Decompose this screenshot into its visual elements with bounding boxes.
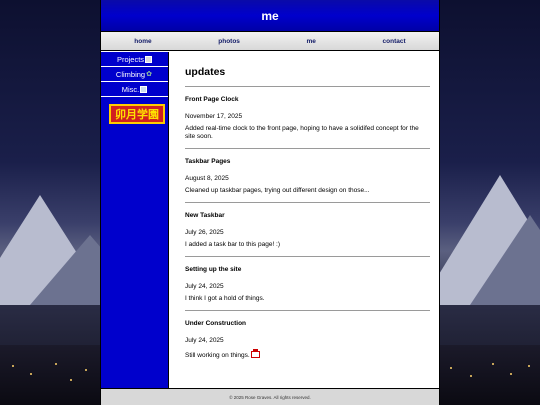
post-title: Taskbar Pages <box>185 158 231 165</box>
nav-photos-link[interactable]: photos <box>218 38 240 45</box>
sidebar-item-label: Climbing <box>115 69 146 79</box>
divider <box>185 310 430 311</box>
post-date: August 8, 2025 <box>185 175 229 182</box>
sidebar-item-climbing[interactable]: Climbing ✿ <box>101 67 168 82</box>
divider <box>185 256 430 257</box>
post-entry: Front Page Clock November 17, 2025 Added… <box>185 96 430 141</box>
page-title: updates <box>185 66 226 78</box>
post-text: Cleaned up taskbar pages, trying out dif… <box>185 187 370 194</box>
sidebar-item-label: Misc. <box>121 84 140 94</box>
sidebar-item-projects[interactable]: Projects <box>101 52 168 67</box>
plant-icon: ✿ <box>146 70 152 78</box>
page-container: me home photos me contact Projects Climb… <box>100 0 440 405</box>
post-text: I added a task bar to this page! :) <box>185 241 281 248</box>
divider <box>185 202 430 203</box>
folder-icon <box>145 55 153 63</box>
post-entry: Taskbar Pages August 8, 2025 Cleaned up … <box>185 158 430 195</box>
post-text: Still working on things. <box>185 349 430 360</box>
post-date: November 17, 2025 <box>185 113 243 120</box>
site-footer: © 2025 Rose Graves. All rights reserved. <box>101 388 439 405</box>
nav-contact-link[interactable]: contact <box>383 38 406 45</box>
site-title: me <box>261 8 279 23</box>
post-date: July 26, 2025 <box>185 229 224 236</box>
divider <box>185 86 430 87</box>
post-entry: Setting up the site July 24, 2025 I thin… <box>185 266 430 303</box>
divider <box>185 148 430 149</box>
nav-home-link[interactable]: home <box>134 38 151 45</box>
site-badge[interactable]: 卯月学園 <box>109 104 165 124</box>
site-header: me <box>101 0 439 32</box>
copyright-text: © 2025 Rose Graves. All rights reserved. <box>229 394 311 400</box>
main-content: updates Front Page Clock November 17, 20… <box>169 52 439 388</box>
post-date: July 24, 2025 <box>185 337 224 344</box>
post-entry: Under Construction July 24, 2025 Still w… <box>185 320 430 360</box>
post-text: Added real-time clock to the front page,… <box>185 125 419 140</box>
post-date: July 24, 2025 <box>185 283 224 290</box>
post-entry: New Taskbar July 26, 2025 I added a task… <box>185 212 430 249</box>
mountain-shape <box>470 215 540 305</box>
post-title: Under Construction <box>185 320 247 327</box>
post-text-content: Still working on things. <box>185 352 250 359</box>
construction-sign-icon <box>250 349 260 358</box>
post-title: Front Page Clock <box>185 96 239 103</box>
sidebar-item-label: Projects <box>116 54 145 64</box>
sidebar: Projects Climbing ✿ Misc. 卯月学園 <box>101 52 169 388</box>
post-text: I think I got a hold of things. <box>185 295 265 302</box>
folder-icon <box>140 85 148 93</box>
nav-me-link[interactable]: me <box>307 38 316 45</box>
sidebar-item-misc[interactable]: Misc. <box>101 82 168 97</box>
post-title: New Taskbar <box>185 212 225 219</box>
top-navigation: home photos me contact <box>101 32 439 51</box>
post-title: Setting up the site <box>185 266 242 273</box>
